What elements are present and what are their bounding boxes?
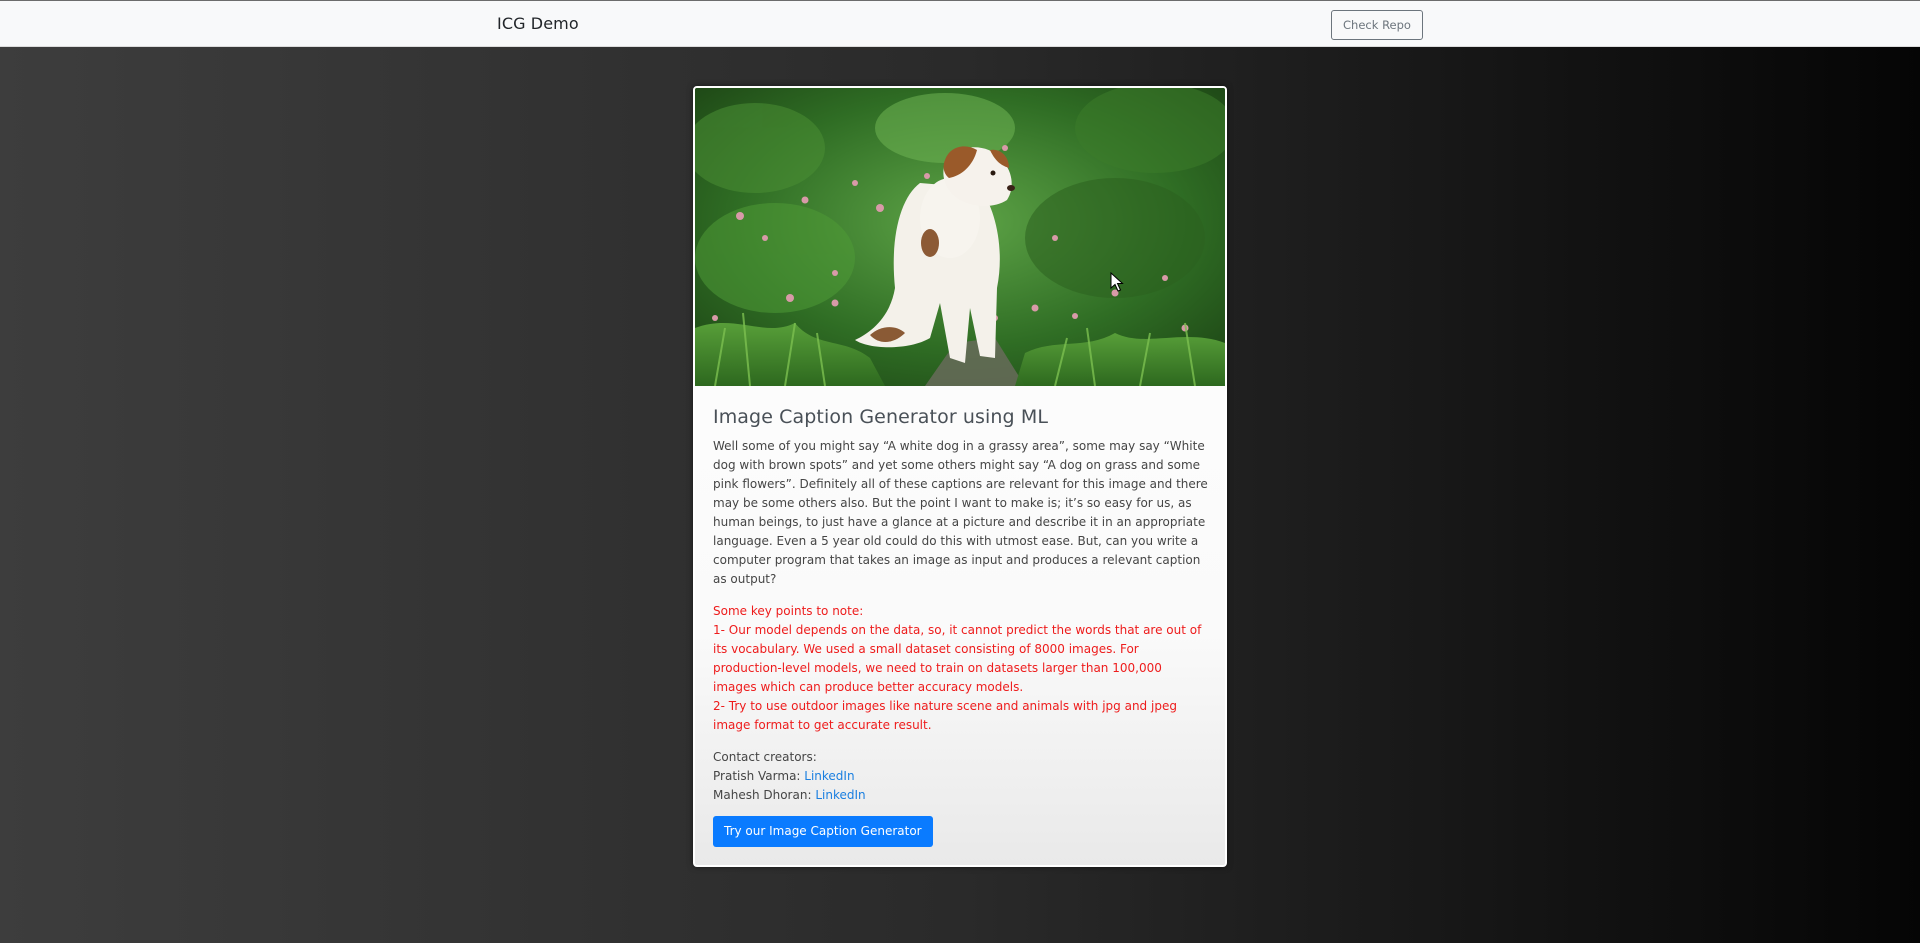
check-repo-button[interactable]: Check Repo	[1331, 10, 1423, 40]
creator-2-linkedin-link[interactable]: LinkedIn	[815, 788, 865, 802]
card-description: Well some of you might say “A white dog …	[713, 439, 1208, 586]
top-navbar: ICG Demo Check Repo	[0, 0, 1920, 47]
creator-1-name: Pratish Varma:	[713, 769, 805, 783]
info-card: Image Caption Generator using ML Well so…	[693, 86, 1227, 867]
mouse-cursor-icon	[1110, 272, 1124, 292]
key-point-1: 1- Our model depends on the data, so, it…	[713, 623, 1202, 694]
navbar-brand[interactable]: ICG Demo	[497, 14, 579, 33]
card-title: Image Caption Generator using ML	[713, 406, 1049, 428]
card-body: Image Caption Generator using ML Well so…	[713, 404, 1209, 847]
contact-creator-1: Pratish Varma: LinkedIn	[713, 767, 1209, 786]
creator-1-linkedin-link[interactable]: LinkedIn	[804, 769, 854, 783]
contact-heading: Contact creators:	[713, 750, 817, 764]
key-points: Some key points to note: 1- Our model de…	[713, 602, 1209, 735]
creator-2-name: Mahesh Dhoran:	[713, 788, 816, 802]
contact-creator-2: Mahesh Dhoran: LinkedIn	[713, 786, 1209, 805]
key-points-heading: Some key points to note:	[713, 604, 864, 618]
contact-section: Contact creators: Pratish Varma: LinkedI…	[713, 748, 1209, 805]
key-point-2: 2- Try to use outdoor images like nature…	[713, 699, 1177, 732]
try-caption-generator-button[interactable]: Try our Image Caption Generator	[713, 816, 933, 847]
puppy-image	[695, 88, 1225, 386]
